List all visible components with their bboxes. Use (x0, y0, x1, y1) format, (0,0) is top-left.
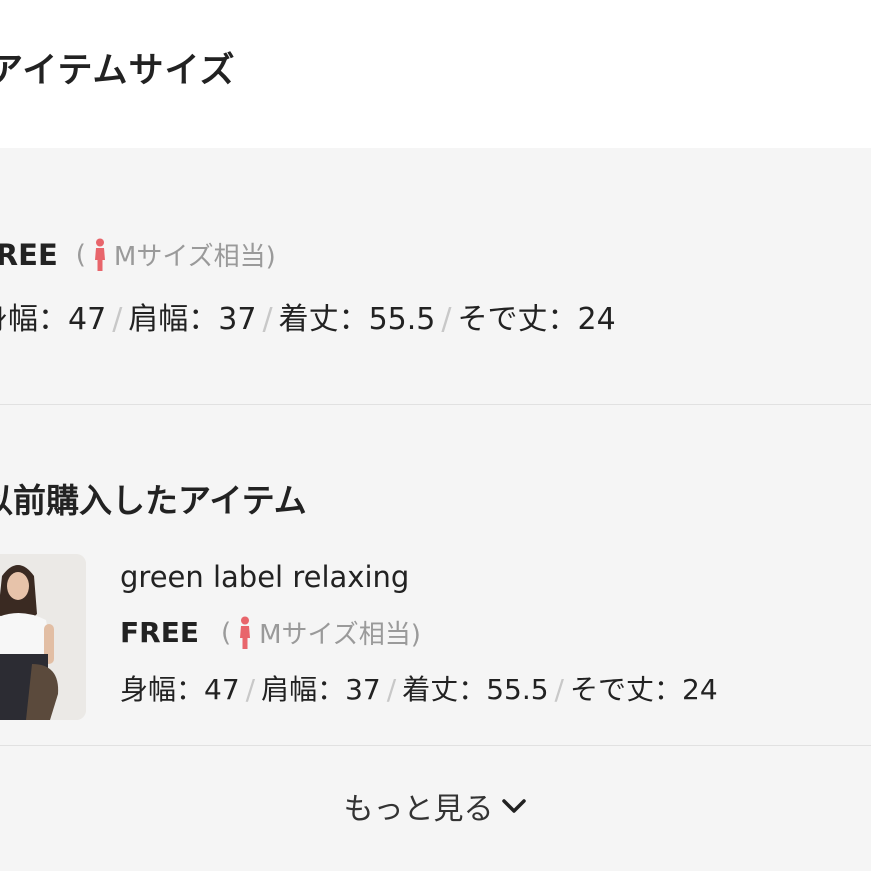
measure-label-length: 着丈： (402, 673, 487, 706)
measure-label-body-width: 身幅： (120, 673, 205, 706)
size-label: FREE (120, 616, 199, 649)
chevron-down-icon (501, 799, 526, 813)
measure-value-body-width: 47 (68, 302, 107, 337)
measure-label-shoulder: 肩幅： (128, 302, 219, 337)
measure-value-sleeve: 24 (682, 673, 718, 706)
measure-value-length: 55.5 (486, 673, 549, 706)
separator: / (386, 673, 397, 706)
equiv-open-paren: ( (75, 239, 86, 270)
section-title: 以前購入したアイテム (0, 481, 307, 520)
size-equivalent: ( Mサイズ相当) (76, 236, 276, 273)
measure-label-length: 着丈： (278, 302, 369, 337)
show-more-label: もっと見る (343, 792, 494, 827)
separator: / (441, 302, 452, 337)
measure-value-body-width: 47 (204, 673, 240, 706)
product-photo (0, 554, 86, 720)
current-size-line: FREE ( Mサイズ相当) (0, 236, 276, 273)
current-measurements: 身幅：47/肩幅：37/着丈：55.5/そで丈：24 (0, 294, 616, 338)
measure-label-sleeve: そで丈： (569, 673, 682, 706)
woman-icon (240, 616, 251, 649)
separator: / (245, 673, 256, 706)
measure-label-body-width: 身幅： (0, 302, 68, 337)
separator: / (262, 302, 273, 337)
equiv-open-paren: ( (220, 617, 232, 648)
measure-value-sleeve: 24 (577, 302, 616, 337)
separator: / (112, 302, 123, 337)
separator: / (554, 673, 564, 706)
size-equivalent: ( Mサイズ相当) (221, 614, 421, 651)
product-thumbnail[interactable] (0, 554, 86, 720)
past-measurements: 身幅：47/肩幅：37/着丈：55.5/そで丈：24 (120, 668, 718, 708)
size-label: FREE (0, 237, 58, 272)
measure-value-shoulder: 37 (218, 302, 257, 337)
woman-icon (94, 238, 105, 271)
divider (0, 745, 871, 746)
current-size-panel (0, 148, 871, 404)
equiv-text: Mサイズ相当) (259, 620, 421, 650)
measure-value-length: 55.5 (368, 302, 436, 337)
measure-value-shoulder: 37 (345, 673, 381, 706)
page-title: アイテムサイズ (0, 51, 236, 91)
measure-label-shoulder: 肩幅： (261, 673, 346, 706)
brand-name[interactable]: green label relaxing (120, 560, 409, 594)
measure-label-sleeve: そで丈： (457, 302, 578, 337)
past-size-line: FREE ( Mサイズ相当) (120, 614, 421, 651)
show-more-button[interactable]: もっと見る (0, 784, 871, 828)
equiv-text: Mサイズ相当) (113, 242, 276, 272)
